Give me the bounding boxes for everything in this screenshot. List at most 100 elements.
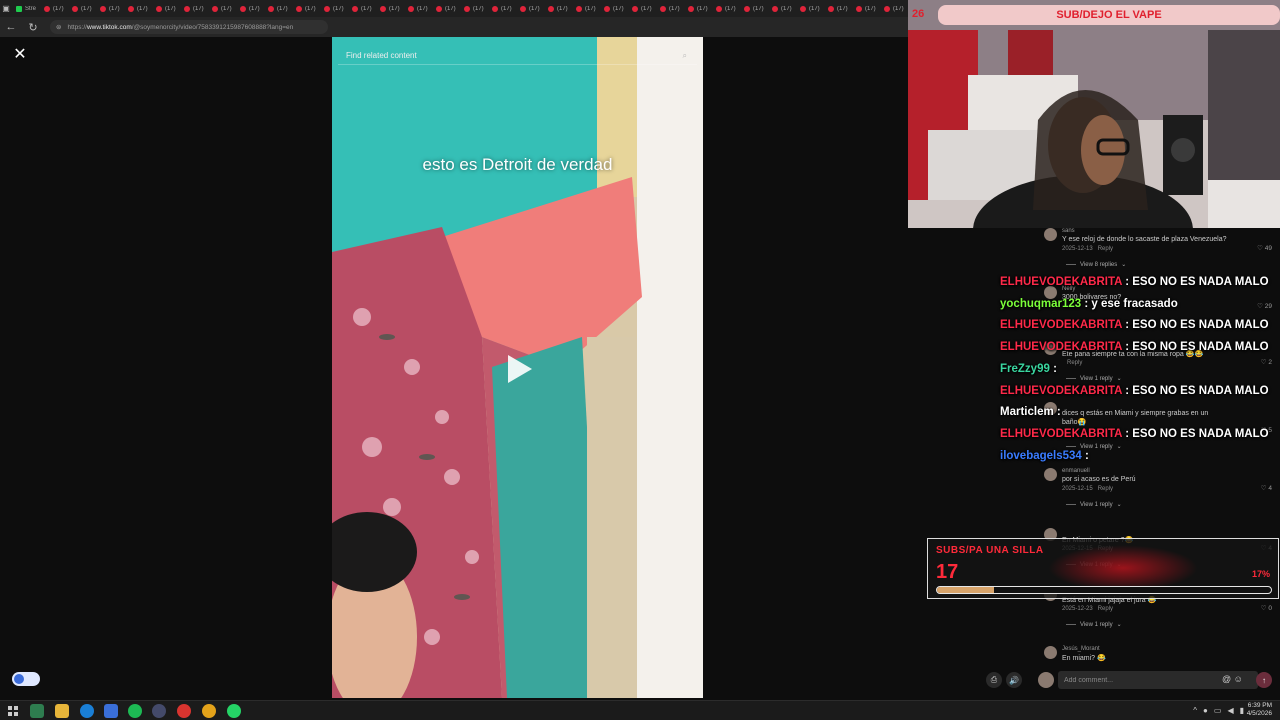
chat-message: yochuqmar123 : y ese fracasado bbox=[1000, 298, 1178, 310]
heart-icon[interactable]: ♡ bbox=[1257, 245, 1265, 252]
view-replies-button[interactable]: View 1 reply⌄ bbox=[1066, 501, 1122, 508]
browser-tab[interactable]: (17) bbox=[96, 0, 124, 17]
clock-date: 4/5/2026 bbox=[1246, 710, 1272, 717]
mic-icon[interactable]: ● bbox=[1203, 706, 1208, 715]
browser-tab[interactable]: (17) bbox=[768, 0, 796, 17]
browser-tab[interactable]: (17) bbox=[628, 0, 656, 17]
browser-tab[interactable]: (17) bbox=[40, 0, 68, 17]
view-replies-button[interactable]: View 1 reply⌄ bbox=[1066, 621, 1122, 628]
browser-tab[interactable]: (17) bbox=[180, 0, 208, 17]
view-replies-button[interactable]: View 1 reply⌄ bbox=[1066, 375, 1122, 382]
clock[interactable]: 6:39 PM 4/5/2026 bbox=[1247, 702, 1272, 718]
browser-tab[interactable]: (17) bbox=[852, 0, 880, 17]
browser-tab-label: (17) bbox=[389, 5, 400, 12]
window-menu-icon[interactable]: ▣ bbox=[0, 0, 12, 17]
comment-likes[interactable]: ♡ 49 bbox=[1257, 244, 1272, 252]
view-replies-label: View 1 reply bbox=[1080, 443, 1113, 450]
chevron-up-icon[interactable]: ^ bbox=[1193, 706, 1197, 715]
browser-tab[interactable]: (17) bbox=[740, 0, 768, 17]
video-player[interactable]: Find related content ⌕ esto es Detroit d… bbox=[332, 37, 703, 698]
chat-username: yochuqmar123 bbox=[1000, 297, 1082, 310]
browser-tab[interactable]: (17) bbox=[712, 0, 740, 17]
system-tray[interactable]: ^ ● ▭ ◀ ▮ bbox=[1193, 706, 1244, 715]
comment-username[interactable]: Jesús_Morant bbox=[1062, 646, 1100, 652]
goal-label: SUBS/PA UNA SILLA bbox=[936, 545, 1044, 556]
site-info-icon[interactable]: ⊜ bbox=[56, 23, 61, 31]
start-icon[interactable] bbox=[6, 704, 20, 718]
browser-tab[interactable]: (17) bbox=[824, 0, 852, 17]
avatar[interactable] bbox=[1044, 468, 1057, 481]
browser-tab[interactable]: (17) bbox=[600, 0, 628, 17]
browser-tab[interactable]: (17) bbox=[292, 0, 320, 17]
send-icon[interactable]: ↑ bbox=[1256, 672, 1272, 688]
browser-tab[interactable]: (17) bbox=[208, 0, 236, 17]
youtube-icon bbox=[240, 5, 246, 12]
comment-username[interactable]: enmanuell bbox=[1062, 468, 1090, 474]
browser-tab[interactable]: (17) bbox=[656, 0, 684, 17]
autoscroll-toggle[interactable] bbox=[12, 672, 40, 686]
chrome-icon[interactable] bbox=[202, 704, 216, 718]
browser-tab[interactable]: (17) bbox=[796, 0, 824, 17]
obs-icon[interactable] bbox=[152, 704, 166, 718]
browser-tab[interactable]: (17) bbox=[348, 0, 376, 17]
comment-likes[interactable]: ♡ 2 bbox=[1261, 358, 1272, 366]
network-icon[interactable]: ▭ bbox=[1214, 706, 1222, 715]
browser-tab[interactable]: (17) bbox=[460, 0, 488, 17]
back-icon[interactable]: ← bbox=[0, 17, 22, 37]
volume-icon[interactable]: ◀ bbox=[1227, 706, 1233, 715]
reply-link[interactable]: Reply bbox=[1067, 360, 1082, 366]
reload-icon[interactable]: ↻ bbox=[22, 17, 44, 37]
close-icon[interactable]: ✕ bbox=[11, 46, 29, 64]
battery-icon[interactable]: ▮ bbox=[1240, 706, 1244, 715]
browser-tab[interactable]: (17) bbox=[880, 0, 908, 17]
view-replies-button[interactable]: View 8 replies ⌄ bbox=[1066, 261, 1126, 268]
mention-emoji-icons[interactable]: @ ☺ bbox=[1222, 674, 1243, 684]
browser-tab[interactable]: (17) bbox=[236, 0, 264, 17]
search-icon[interactable]: ⌕ bbox=[683, 51, 687, 61]
comment-likes[interactable]: ♡ 29 bbox=[1257, 302, 1272, 310]
related-search-input[interactable]: Find related content ⌕ bbox=[338, 47, 697, 65]
youtube-icon bbox=[380, 5, 386, 12]
edge-icon[interactable] bbox=[80, 704, 94, 718]
heart-icon[interactable]: ♡ bbox=[1257, 303, 1265, 310]
replies-line bbox=[1066, 624, 1076, 625]
reply-link[interactable]: Reply bbox=[1098, 486, 1113, 492]
whatsapp-icon[interactable] bbox=[227, 704, 241, 718]
opera-icon[interactable] bbox=[177, 704, 191, 718]
avatar[interactable] bbox=[1044, 646, 1057, 659]
browser-tab[interactable]: (17) bbox=[684, 0, 712, 17]
browser-tab-label: (17) bbox=[165, 5, 176, 12]
browser-tab[interactable]: (17) bbox=[68, 0, 96, 17]
taskbar: ^ ● ▭ ◀ ▮ 6:39 PM 4/5/2026 bbox=[0, 700, 1280, 720]
comment-likes[interactable]: ♡ 4 bbox=[1261, 484, 1272, 492]
comment-likes[interactable]: ♡ 0 bbox=[1261, 604, 1272, 612]
store-icon[interactable] bbox=[104, 704, 118, 718]
comment-username[interactable]: sans bbox=[1062, 228, 1075, 234]
browser-tab[interactable]: (17) bbox=[544, 0, 572, 17]
browser-tab[interactable]: (17) bbox=[152, 0, 180, 17]
spotify-icon[interactable] bbox=[128, 704, 142, 718]
youtube-icon bbox=[884, 5, 890, 12]
browser-tab[interactable]: (17) bbox=[516, 0, 544, 17]
browser-tab[interactable]: (17) bbox=[404, 0, 432, 17]
reply-link[interactable]: Reply bbox=[1098, 246, 1113, 252]
avatar[interactable] bbox=[1044, 228, 1057, 241]
terminal-icon[interactable] bbox=[30, 704, 44, 718]
youtube-icon bbox=[324, 5, 330, 12]
url-field[interactable]: ⊜ https://www.tiktok.com/@soymenorcity/v… bbox=[50, 20, 328, 34]
browser-tab[interactable]: (17) bbox=[264, 0, 292, 17]
folder-icon[interactable] bbox=[55, 704, 69, 718]
volume-icon[interactable]: 🔊 bbox=[1006, 672, 1022, 688]
browser-tab[interactable]: (17) bbox=[572, 0, 600, 17]
save-icon[interactable]: ⎙ bbox=[986, 672, 1002, 688]
browser-tab[interactable]: (17) bbox=[376, 0, 404, 17]
browser-tab[interactable]: Stre bbox=[12, 0, 40, 17]
browser-tab[interactable]: (17) bbox=[432, 0, 460, 17]
play-icon[interactable] bbox=[508, 355, 532, 383]
reply-link[interactable]: Reply bbox=[1098, 606, 1113, 612]
browser-tab[interactable]: (17) bbox=[488, 0, 516, 17]
related-search-placeholder: Find related content bbox=[346, 51, 417, 60]
browser-tab[interactable]: (17) bbox=[320, 0, 348, 17]
browser-tab[interactable]: (17) bbox=[124, 0, 152, 17]
chat-message: ilovebagels534 : bbox=[1000, 450, 1089, 462]
